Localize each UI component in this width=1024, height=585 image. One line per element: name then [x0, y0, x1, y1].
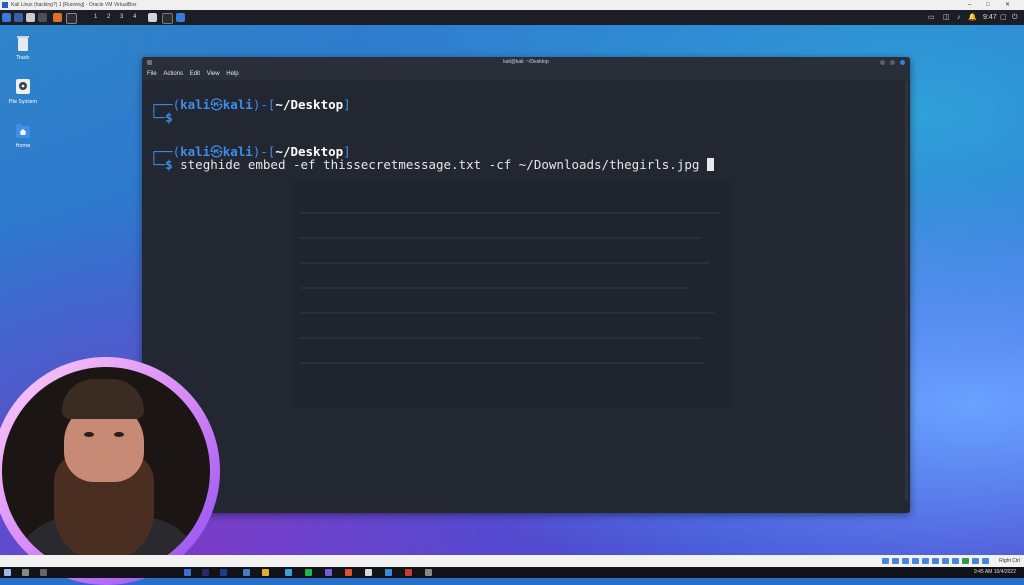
- firefox-icon[interactable]: [53, 13, 62, 22]
- terminal-title: kali@kali: ~/Desktop: [503, 59, 549, 65]
- files-icon[interactable]: [14, 13, 23, 22]
- explorer-icon[interactable]: [262, 569, 269, 576]
- app-icon[interactable]: [184, 569, 191, 576]
- display-icon[interactable]: [942, 558, 949, 564]
- cpu-icon[interactable]: [962, 558, 969, 564]
- premiere-icon[interactable]: [202, 569, 209, 576]
- sound-icon[interactable]: ♪: [957, 10, 961, 25]
- power-icon[interactable]: ⏻: [1012, 10, 1018, 25]
- trash-icon: [17, 36, 29, 51]
- virtualbox-icon[interactable]: [385, 569, 392, 576]
- spotify-icon[interactable]: [305, 569, 312, 576]
- display-icon[interactable]: ▭: [928, 10, 935, 25]
- recording-icon[interactable]: [952, 558, 959, 564]
- usb-icon[interactable]: [922, 558, 929, 564]
- close-button[interactable]: ✕: [1005, 0, 1010, 10]
- maximize-button[interactable]: □: [986, 0, 990, 10]
- mouse-integration-icon[interactable]: [972, 558, 979, 564]
- minimize-button[interactable]: –: [968, 0, 971, 10]
- terminal-window-icon[interactable]: [162, 13, 173, 24]
- terminal-app-icon: [147, 60, 152, 65]
- notification-icon[interactable]: ◫: [943, 10, 950, 25]
- terminal-menubar: File Actions Edit View Help: [142, 68, 910, 80]
- audio-icon[interactable]: [902, 558, 909, 564]
- desktop-icon-label: File System: [8, 99, 38, 105]
- menu-view[interactable]: View: [207, 71, 220, 77]
- bell-icon[interactable]: 🔔: [968, 10, 977, 25]
- lock-icon[interactable]: ▢: [1000, 10, 1007, 25]
- terminal-window[interactable]: kali@kali: ~/Desktop File Actions Edit V…: [142, 57, 910, 513]
- brave-icon[interactable]: [345, 569, 352, 576]
- text-cursor: [706, 158, 714, 171]
- workspace-4[interactable]: 4: [133, 10, 136, 25]
- desktop-icon-label: Home: [15, 143, 31, 149]
- desktop-icon-file-system[interactable]: File System: [3, 78, 43, 105]
- terminal-close-button[interactable]: [900, 60, 905, 65]
- start-icon[interactable]: [4, 569, 11, 576]
- hdd-icon[interactable]: [882, 558, 889, 564]
- terminal-minimize-button[interactable]: [880, 60, 885, 65]
- menu-actions[interactable]: Actions: [163, 71, 183, 77]
- menu-edit[interactable]: Edit: [190, 71, 200, 77]
- app-icon[interactable]: [243, 569, 250, 576]
- terminal-maximize-button[interactable]: [890, 60, 895, 65]
- drive-icon: [16, 79, 30, 94]
- home-folder-icon: [16, 124, 30, 138]
- shared-folder-icon[interactable]: [932, 558, 939, 564]
- task-view-icon[interactable]: [40, 569, 47, 576]
- clock-time[interactable]: 9:47: [983, 10, 997, 25]
- host-key-label: Right Ctrl: [999, 558, 1020, 564]
- app-icon[interactable]: [425, 569, 432, 576]
- webcam-video: [2, 367, 210, 575]
- vm-window-title: Kali Linux (hacking?) 1 [Running] - Orac…: [11, 2, 137, 8]
- workspace-1[interactable]: 1: [94, 10, 97, 25]
- kali-menu-icon[interactable]: [2, 13, 11, 22]
- command-line-1: └─$: [150, 110, 173, 125]
- keyboard-icon[interactable]: [982, 558, 989, 564]
- terminal-titlebar[interactable]: kali@kali: ~/Desktop: [142, 57, 910, 68]
- folder-icon[interactable]: [26, 13, 35, 22]
- menu-help[interactable]: Help: [226, 71, 238, 77]
- network-icon[interactable]: [912, 558, 919, 564]
- windows-taskbar: 9:45 AM 10/4/2022: [0, 567, 1024, 578]
- terminal-scrollbar[interactable]: [905, 81, 908, 501]
- command-text: steghide embed -ef thissecretmessage.txt…: [180, 157, 707, 172]
- app-icon[interactable]: [325, 569, 332, 576]
- prompt-user: kali: [180, 97, 211, 112]
- vm-status-bar: Right Ctrl: [0, 555, 1024, 567]
- optical-icon[interactable]: [892, 558, 899, 564]
- desktop-icon-label: Trash: [16, 55, 30, 61]
- app-icon[interactable]: [365, 569, 372, 576]
- terminal-icon[interactable]: [66, 13, 77, 24]
- folder-icon[interactable]: [38, 13, 47, 22]
- vm-icon[interactable]: [176, 13, 185, 22]
- menu-file[interactable]: File: [147, 71, 157, 77]
- desktop-icon-trash[interactable]: Trash: [3, 34, 43, 61]
- workspace-2[interactable]: 2: [107, 10, 110, 25]
- kali-top-panel: 1 2 3 4 ▭ ◫ ♪ 🔔 9:47 ▢ ⏻: [0, 10, 1024, 25]
- search-icon[interactable]: [22, 569, 29, 576]
- workspace-3[interactable]: 3: [120, 10, 123, 25]
- taskbar-clock[interactable]: 9:45 AM 10/4/2022: [974, 567, 1016, 578]
- photoshop-icon[interactable]: [220, 569, 227, 576]
- webcam-overlay: [0, 357, 220, 585]
- prompt-host: kali: [222, 97, 253, 112]
- vm-titlebar[interactable]: Kali Linux (hacking?) 1 [Running] - Orac…: [0, 0, 1024, 10]
- browser-icon[interactable]: [285, 569, 292, 576]
- window-icon[interactable]: [148, 13, 157, 22]
- terminal-body[interactable]: ┌──(kali㉿kali)-[~/Desktop] └─$ ┌──(kali㉿…: [142, 80, 910, 513]
- app-icon[interactable]: [405, 569, 412, 576]
- desktop-icon-home[interactable]: Home: [3, 122, 43, 149]
- prompt-path: ~/Desktop: [275, 97, 344, 112]
- virtualbox-icon: [2, 2, 8, 8]
- command-line-2: └─$ steghide embed -ef thissecretmessage…: [150, 157, 714, 172]
